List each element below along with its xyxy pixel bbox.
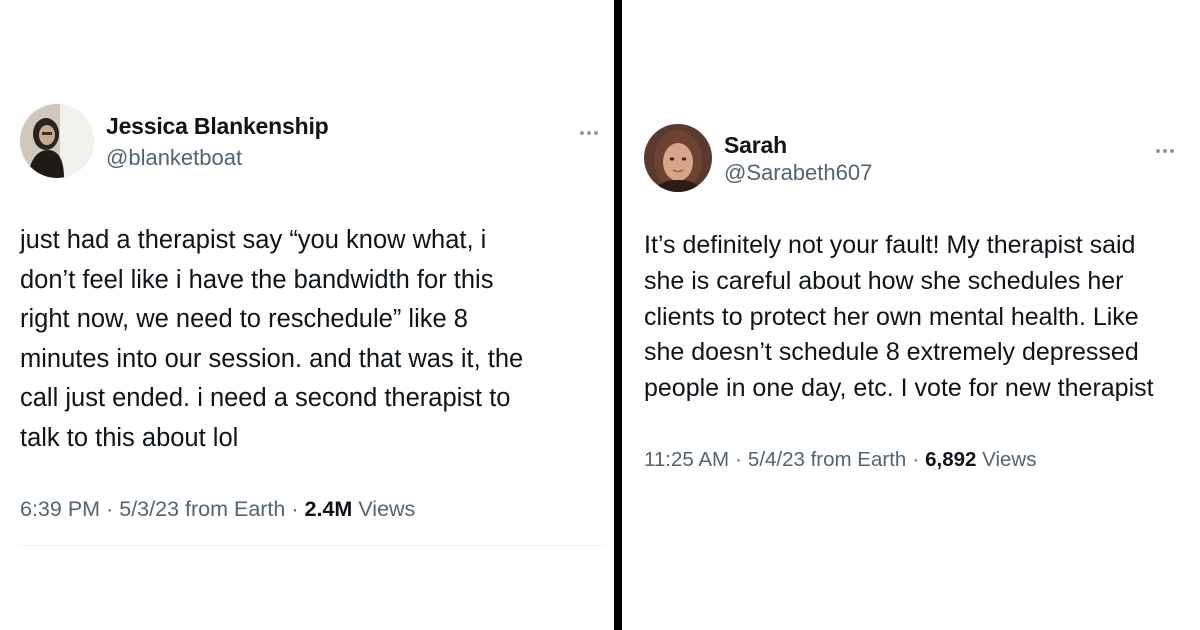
tweet-metadata: 6:39 PM · 5/3/23 from Earth · 2.4M Views bbox=[20, 497, 415, 522]
panel-divider bbox=[614, 0, 622, 630]
avatar[interactable] bbox=[644, 124, 712, 192]
tweet-text: just had a therapist say “you know what,… bbox=[20, 226, 524, 452]
profile-photo-icon bbox=[20, 104, 94, 178]
tweet-metadata: 11:25 AM · 5/4/23 from Earth · 6,892 Views bbox=[644, 448, 1036, 472]
meta-separator: · bbox=[912, 448, 920, 471]
views-label: Views bbox=[982, 448, 1037, 471]
profile-photo-icon bbox=[644, 124, 712, 192]
meta-separator: · bbox=[291, 497, 299, 521]
divider-line bbox=[20, 545, 606, 546]
views-count[interactable]: 6,892 bbox=[925, 448, 976, 471]
tweet-card-right: Sarah @Sarabeth607 It’s definitely not y… bbox=[622, 0, 1200, 630]
tweet-card-left: Jessica Blankenship @blanketboat just ha… bbox=[0, 0, 614, 630]
tweet-text: It’s definitely not your fault! My thera… bbox=[644, 231, 1154, 403]
avatar[interactable] bbox=[20, 104, 94, 178]
screenshot-canvas: Jessica Blankenship @blanketboat just ha… bbox=[0, 0, 1200, 630]
more-options-icon[interactable] bbox=[580, 122, 604, 135]
user-handle[interactable]: @Sarabeth607 bbox=[724, 160, 872, 186]
display-name[interactable]: Jessica Blankenship bbox=[106, 113, 329, 140]
tweet-time[interactable]: 6:39 PM bbox=[20, 497, 100, 521]
meta-separator: · bbox=[735, 448, 742, 471]
tweet-time[interactable]: 11:25 AM bbox=[644, 448, 729, 471]
tweet-date-source: 5/4/23 from Earth bbox=[747, 448, 907, 471]
more-options-icon[interactable] bbox=[1156, 140, 1180, 153]
meta-separator: · bbox=[106, 497, 114, 521]
display-name[interactable]: Sarah bbox=[724, 132, 787, 159]
views-count[interactable]: 2.4M bbox=[305, 497, 353, 521]
views-label: Views bbox=[358, 497, 416, 521]
tweet-date-source: 5/3/23 from Earth bbox=[119, 497, 286, 521]
user-handle[interactable]: @blanketboat bbox=[106, 145, 242, 171]
